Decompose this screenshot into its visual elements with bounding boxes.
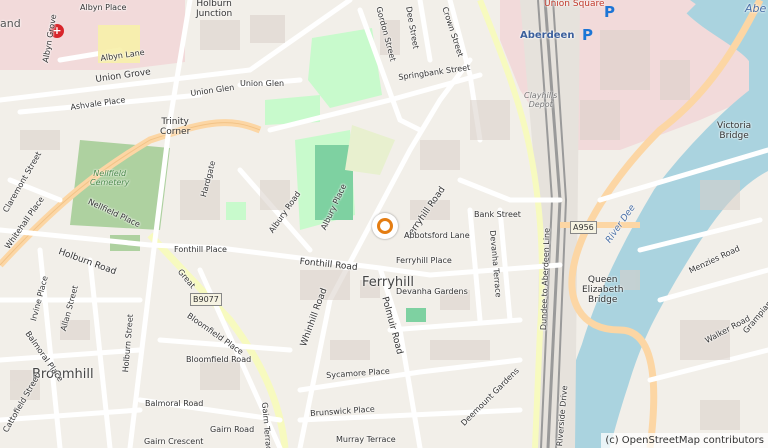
area-label-trinity-corner: Trinity Corner: [160, 117, 191, 137]
street-label: Ferryhill Place: [396, 256, 452, 265]
poi-union-square: Union Square: [544, 0, 605, 9]
poi-nellfield-cemetery: Nellfield Cemetery: [90, 169, 130, 187]
street-label: Devanha Gardens: [396, 287, 468, 296]
road-shield-b9077: B9077: [190, 293, 222, 306]
area-label-holburn-junction: Holburn Junction: [196, 0, 233, 19]
street-label: Murray Terrace: [336, 435, 396, 444]
parking-icon: P: [604, 3, 615, 21]
street-label: Union Glen: [240, 79, 285, 88]
poi-clayhills-depot: Clayhills Depot: [524, 91, 558, 109]
parking-icon: P: [582, 26, 593, 44]
map-view[interactable]: Ferryhill Broomhill and Abe Trinity Corn…: [0, 0, 768, 448]
street-label: Gairn Road: [210, 425, 255, 434]
road-shield-a956: A956: [570, 221, 597, 234]
street-label: Fonthill Place: [174, 245, 227, 254]
poi-queen-elizabeth-bridge: Queen Elizabeth Bridge: [582, 275, 624, 305]
street-label: Bank Street: [474, 210, 521, 219]
station-aberdeen[interactable]: Aberdeen: [520, 30, 574, 41]
area-label-edge-left: and: [0, 17, 21, 30]
area-label-edge-right: Abe: [745, 2, 767, 15]
street-label: Bloomfield Road: [186, 355, 252, 364]
street-label: Albyn Place: [80, 3, 127, 12]
poi-victoria-bridge: Victoria Bridge: [717, 121, 752, 141]
map-attribution[interactable]: (c) OpenStreetMap contributors: [601, 433, 768, 448]
street-label: Abbotsford Lane: [404, 231, 470, 240]
street-label: Gairn Crescent: [144, 437, 204, 446]
location-marker-icon[interactable]: [372, 213, 398, 239]
street-label: Balmoral Road: [145, 399, 204, 408]
